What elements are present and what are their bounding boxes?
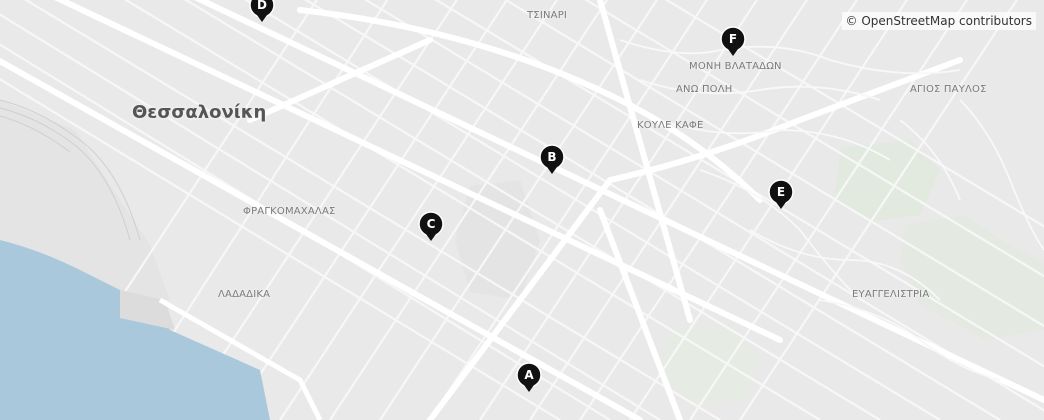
place-label-koule-kafe: ΚΟΥΛΕ ΚΑΦΕ [637,120,704,131]
place-label-fragkomachalas: ΦΡΑΓΚΟΜΑΧΑΛΑΣ [243,206,336,217]
map-attribution[interactable]: © OpenStreetMap contributors [841,12,1036,30]
map-view[interactable]: ΤΣΙΝΑΡΙ ΜΟΝΗ ΒΛΑΤΑΔΩΝ ΑΝΩ ΠΟΛΗ ΑΓΙΟΣ ΠΑΥ… [0,0,1044,420]
marker-label: A [524,368,534,382]
map-marker-c[interactable]: C [418,211,446,247]
place-label-ano-poli: ΑΝΩ ΠΟΛΗ [676,84,733,95]
place-label-tsinari: ΤΣΙΝΑΡΙ [527,10,568,21]
map-marker-a[interactable]: A [516,362,544,398]
marker-label: E [776,185,786,199]
marker-label: F [728,32,738,46]
map-marker-f[interactable]: F [720,26,748,62]
map-marker-d[interactable]: D [249,0,277,28]
place-label-evaggelistria: ΕΥΑΓΓΕΛΙΣΤΡΙΑ [852,289,930,300]
place-label-moni-vlatadon: ΜΟΝΗ ΒΛΑΤΑΔΩΝ [689,61,782,72]
marker-label: D [257,0,267,12]
city-label: Θεσσαλονίκη [132,102,267,123]
map-marker-b[interactable]: B [539,144,567,180]
map-tiles[interactable] [0,0,1044,420]
place-label-ladadika: ΛΑΔΑΔΙΚΑ [218,289,271,300]
place-label-agios-pavlos: ΑΓΙΟΣ ΠΑΥΛΟΣ [910,84,987,95]
marker-label: C [426,217,436,231]
marker-label: B [547,150,557,164]
map-marker-e[interactable]: E [768,179,796,215]
